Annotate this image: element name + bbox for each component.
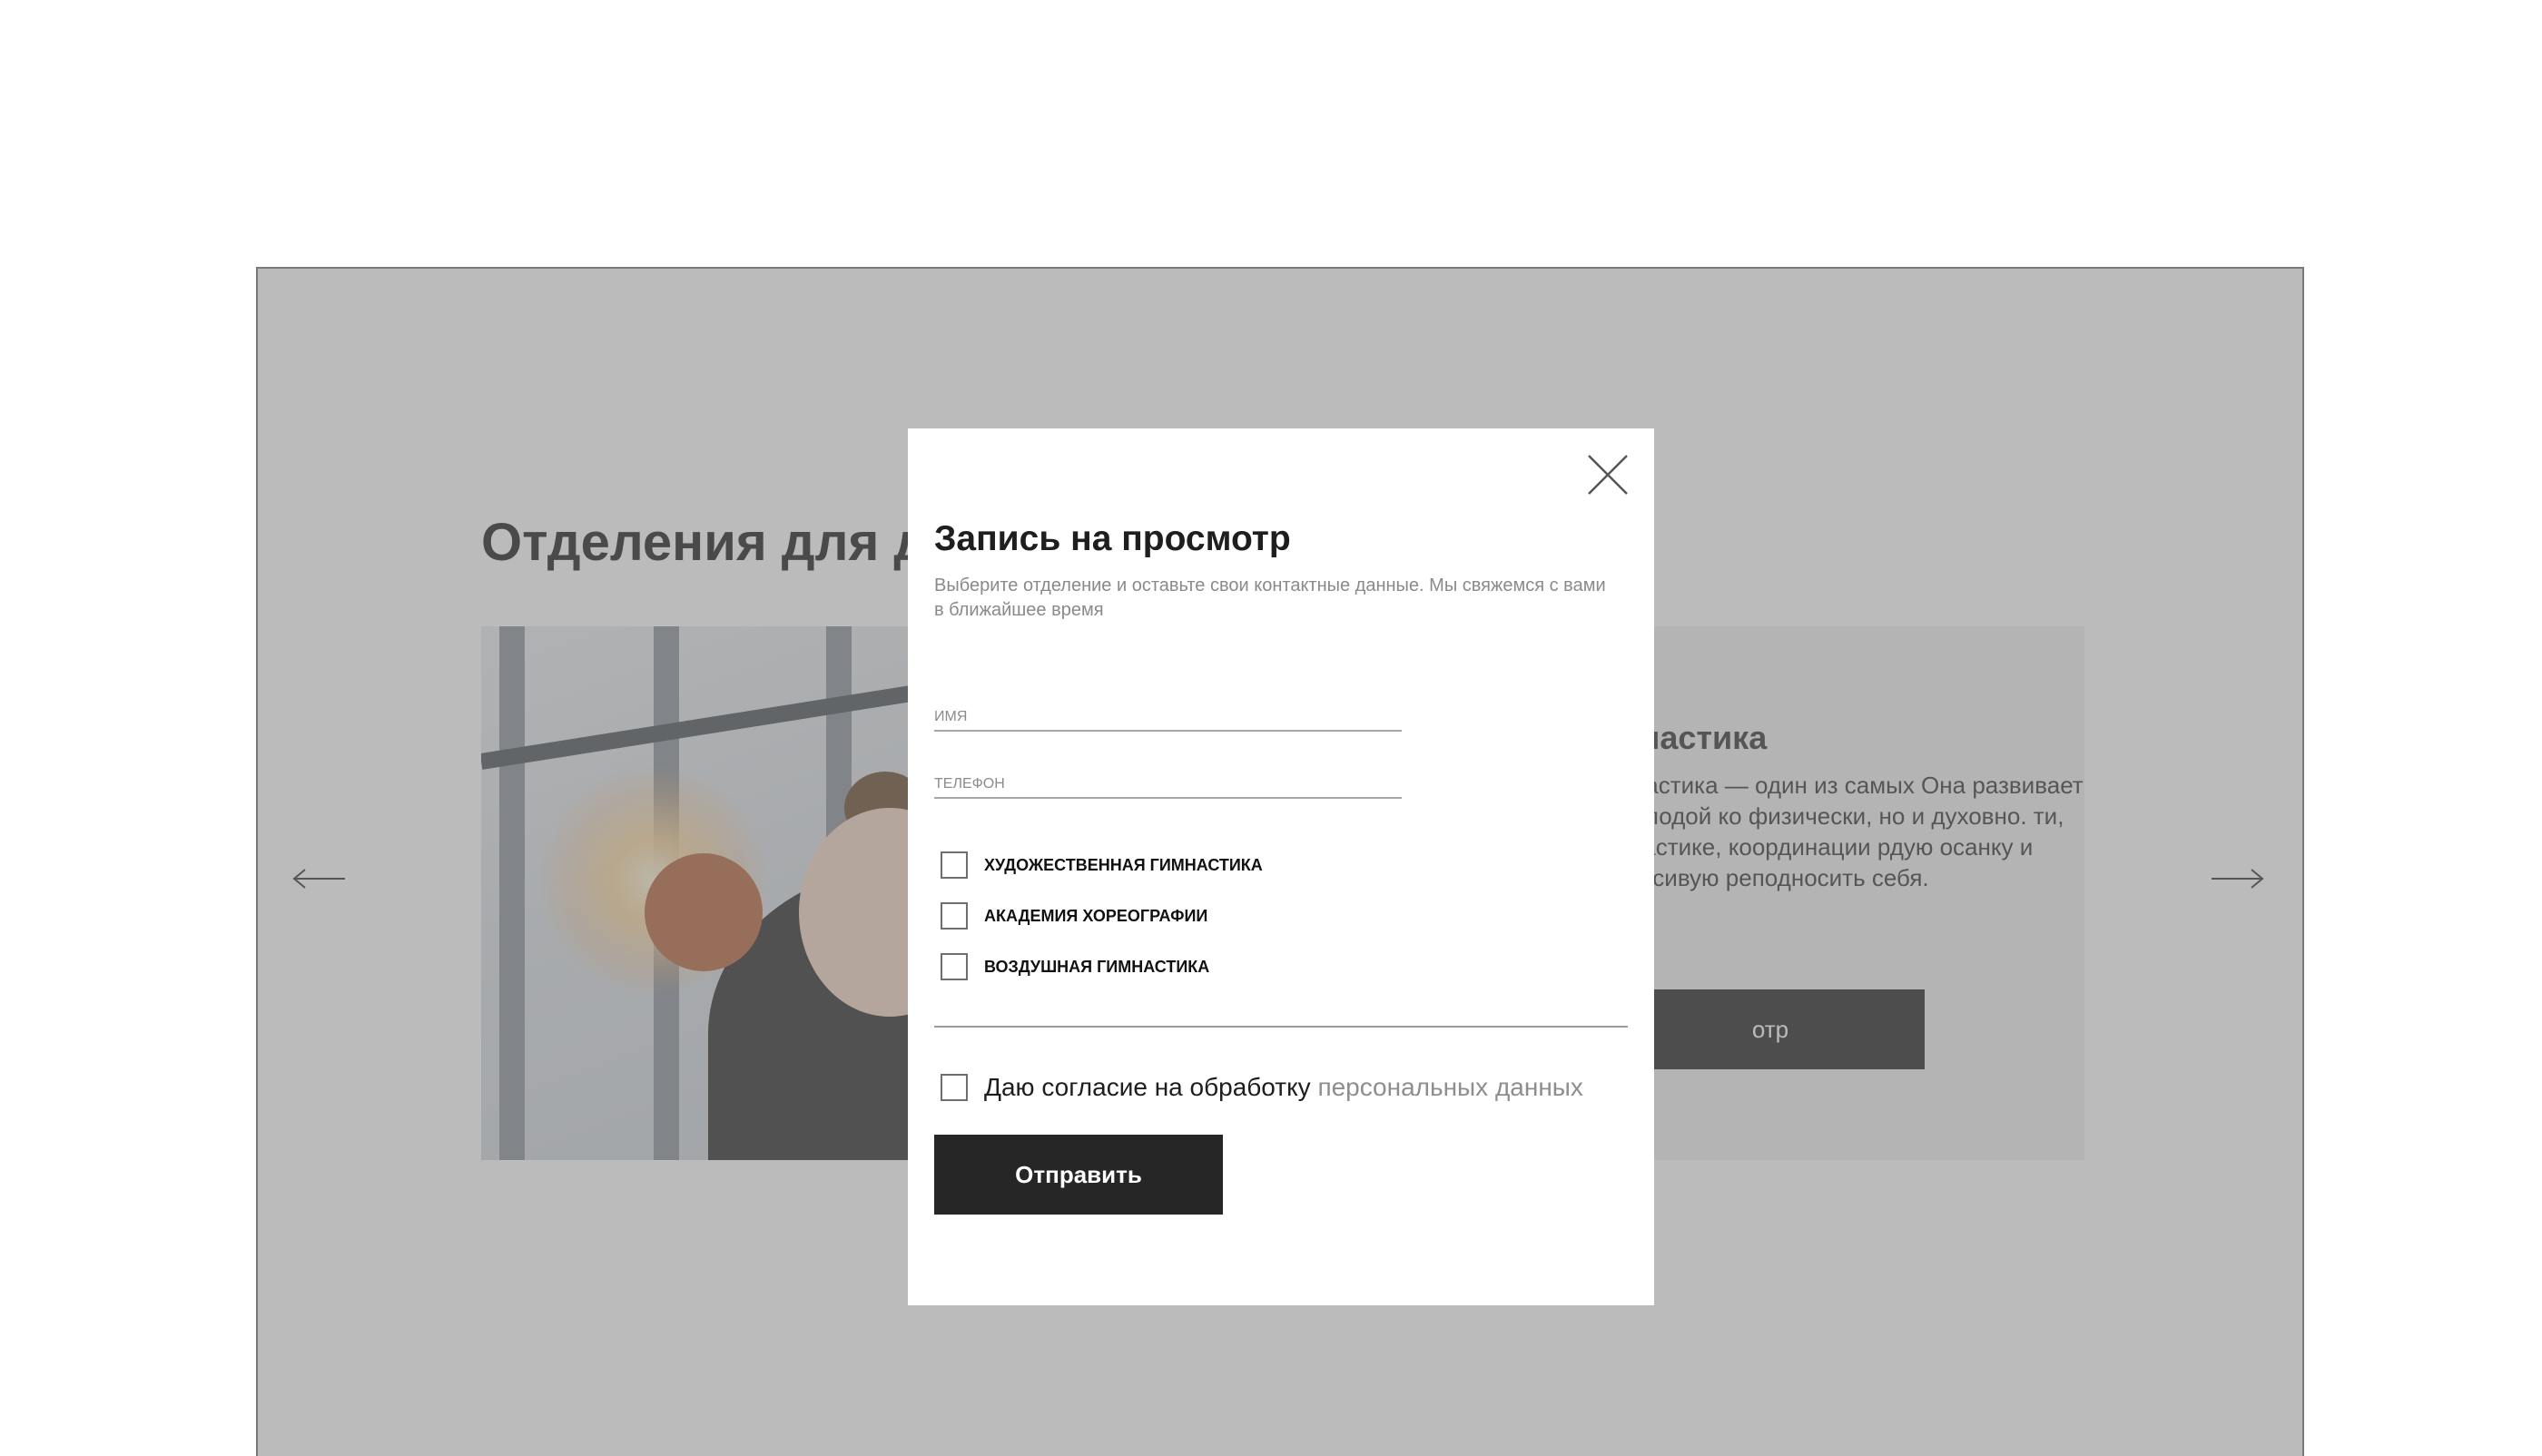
consent-label: Даю согласие на обработку [984, 1073, 1311, 1101]
option-artistic-gymnastics[interactable]: ХУДОЖЕСТВЕННАЯ ГИМНАСТИКА [941, 851, 1263, 879]
checkbox[interactable] [941, 851, 968, 879]
consent-row[interactable]: Даю согласие на обработку персональных д… [941, 1073, 1583, 1102]
name-field [934, 688, 1402, 732]
name-input[interactable] [934, 688, 1402, 730]
consent-checkbox[interactable] [941, 1074, 968, 1101]
phone-field [934, 755, 1402, 799]
option-aerial-gymnastics[interactable]: ВОЗДУШНАЯ ГИМНАСТИКА [941, 953, 1209, 980]
modal-subtitle: Выберите отделение и оставьте свои конта… [934, 576, 1606, 620]
privacy-link[interactable]: персональных данных [1317, 1073, 1582, 1101]
checkbox[interactable] [941, 953, 968, 980]
phone-input[interactable] [934, 755, 1402, 797]
option-label: ХУДОЖЕСТВЕННАЯ ГИМНАСТИКА [984, 855, 1263, 874]
close-icon[interactable] [1587, 454, 1629, 496]
modal-title: Запись на просмотр [934, 519, 1291, 558]
submit-button[interactable]: Отправить [934, 1135, 1223, 1215]
option-choreography-academy[interactable]: АКАДЕМИЯ ХОРЕОГРАФИИ [941, 902, 1207, 930]
signup-modal: Запись на просмотр Выберите отделение и … [908, 428, 1654, 1305]
consent-text: Даю согласие на обработку персональных д… [984, 1073, 1583, 1102]
option-label: ВОЗДУШНАЯ ГИМНАСТИКА [984, 957, 1210, 976]
option-label: АКАДЕМИЯ ХОРЕОГРАФИИ [984, 906, 1208, 925]
checkbox[interactable] [941, 902, 968, 930]
divider [934, 1026, 1628, 1028]
